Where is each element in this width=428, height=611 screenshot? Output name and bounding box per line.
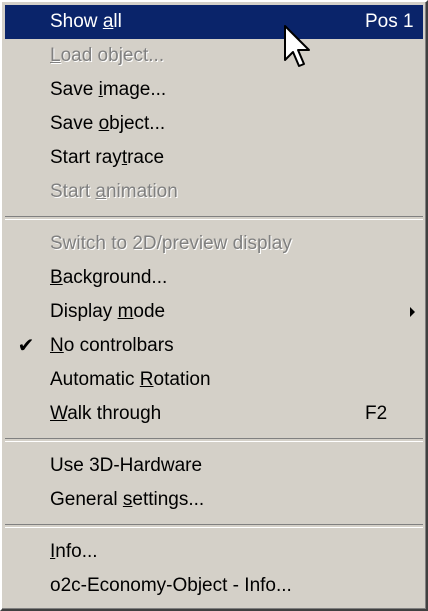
menu-item-show-all[interactable]: Show all Pos 1 xyxy=(5,5,423,39)
label-text: mage... xyxy=(102,79,167,100)
menu-item-general-settings[interactable]: General settings... xyxy=(5,483,423,517)
context-menu: Show all Pos 1 Load object... Save image...… xyxy=(0,0,428,611)
label-text: o2c-Economy-Object - Info... xyxy=(50,575,292,596)
menu-separator xyxy=(5,216,423,220)
mnemonic-letter: L xyxy=(50,45,61,66)
menu-item-save-object[interactable]: Save object... xyxy=(5,107,423,141)
menu-item-label: Save object... xyxy=(50,107,165,141)
mnemonic-letter: s xyxy=(122,489,133,510)
label-text: ll xyxy=(113,11,122,32)
shortcut-label: Pos 1 xyxy=(365,11,414,32)
label-text: bject... xyxy=(109,113,166,134)
label-text: Start ray xyxy=(50,147,122,168)
menu-item-label: Display mode xyxy=(50,295,165,329)
menu-item-label: Load object... xyxy=(50,39,164,73)
label-text: ode xyxy=(133,301,166,322)
menu-item-display-mode[interactable]: Display mode xyxy=(5,295,423,329)
menu-item-label: Save image... xyxy=(50,73,166,107)
menu-item-walk-through[interactable]: Walk through F2 xyxy=(5,397,423,431)
label-text: nfo... xyxy=(55,541,98,562)
menu-item-switch-to-2d-preview-display: Switch to 2D/preview display xyxy=(5,227,423,261)
label-text: Show xyxy=(50,11,103,32)
label-text: ettings... xyxy=(132,489,205,510)
menu-separator xyxy=(5,524,423,528)
mnemonic-letter: o xyxy=(98,113,110,134)
mnemonic-letter: a xyxy=(102,11,114,32)
label-text: nimation xyxy=(105,181,178,202)
menu-item-label: General settings... xyxy=(50,483,204,517)
menu-separator xyxy=(5,438,423,442)
mnemonic-letter: B xyxy=(50,267,63,288)
menu-item-background[interactable]: Background... xyxy=(5,261,423,295)
menu-item-start-animation: Start animation xyxy=(5,175,423,209)
mnemonic-letter: m xyxy=(117,301,134,322)
label-text: Use 3D-Hardware xyxy=(50,455,203,476)
label-text: alk through xyxy=(67,403,162,424)
label-text: Switch to 2D/preview display xyxy=(50,233,292,254)
menu-item-label: Info... xyxy=(50,535,98,569)
label-text: o controlbars xyxy=(63,335,174,356)
menu-item-label: Background... xyxy=(50,261,167,295)
menu-item-start-raytrace[interactable]: Start raytrace xyxy=(5,141,423,175)
menu-item-save-image[interactable]: Save image... xyxy=(5,73,423,107)
shortcut-label: F2 xyxy=(365,403,388,424)
menu-item-label: Show all xyxy=(50,5,122,39)
checkmark-icon: ✔ xyxy=(17,335,35,357)
mnemonic-letter: a xyxy=(95,181,106,202)
menu-item-label: Automatic Rotation xyxy=(50,363,211,397)
menu-item-no-controlbars[interactable]: ✔ No controlbars xyxy=(5,329,423,363)
label-text: race xyxy=(127,147,165,168)
mnemonic-letter: W xyxy=(50,403,68,424)
label-text: otation xyxy=(153,369,211,390)
menu-item-label: Start animation xyxy=(50,175,178,209)
label-text: ackground... xyxy=(62,267,168,288)
label-text: Display xyxy=(50,301,118,322)
menu-item-label: No controlbars xyxy=(50,329,174,363)
submenu-arrow-icon xyxy=(410,307,415,317)
menu-item-automatic-rotation[interactable]: Automatic Rotation xyxy=(5,363,423,397)
menu-item-o2c-economy-object-info[interactable]: o2c-Economy-Object - Info... xyxy=(5,569,423,603)
label-text: Save xyxy=(50,113,99,134)
menu-item-load-object: Load object... xyxy=(5,39,423,73)
label-text: General xyxy=(50,489,123,510)
mnemonic-letter: R xyxy=(139,369,154,390)
label-text: Save xyxy=(50,79,99,100)
menu-item-info[interactable]: Info... xyxy=(5,535,423,569)
menu-item-label: o2c-Economy-Object - Info... xyxy=(50,569,292,603)
menu-item-label: Walk through xyxy=(50,397,161,431)
menu-item-use-3d-hardware[interactable]: Use 3D-Hardware xyxy=(5,449,423,483)
menu-item-label: Start raytrace xyxy=(50,141,164,175)
label-text: Start xyxy=(50,181,96,202)
menu-item-label: Switch to 2D/preview display xyxy=(50,227,292,261)
menu-item-label: Use 3D-Hardware xyxy=(50,449,202,483)
mnemonic-letter: N xyxy=(50,335,64,356)
label-text: oad object... xyxy=(60,45,165,66)
label-text: Automatic xyxy=(50,369,140,390)
